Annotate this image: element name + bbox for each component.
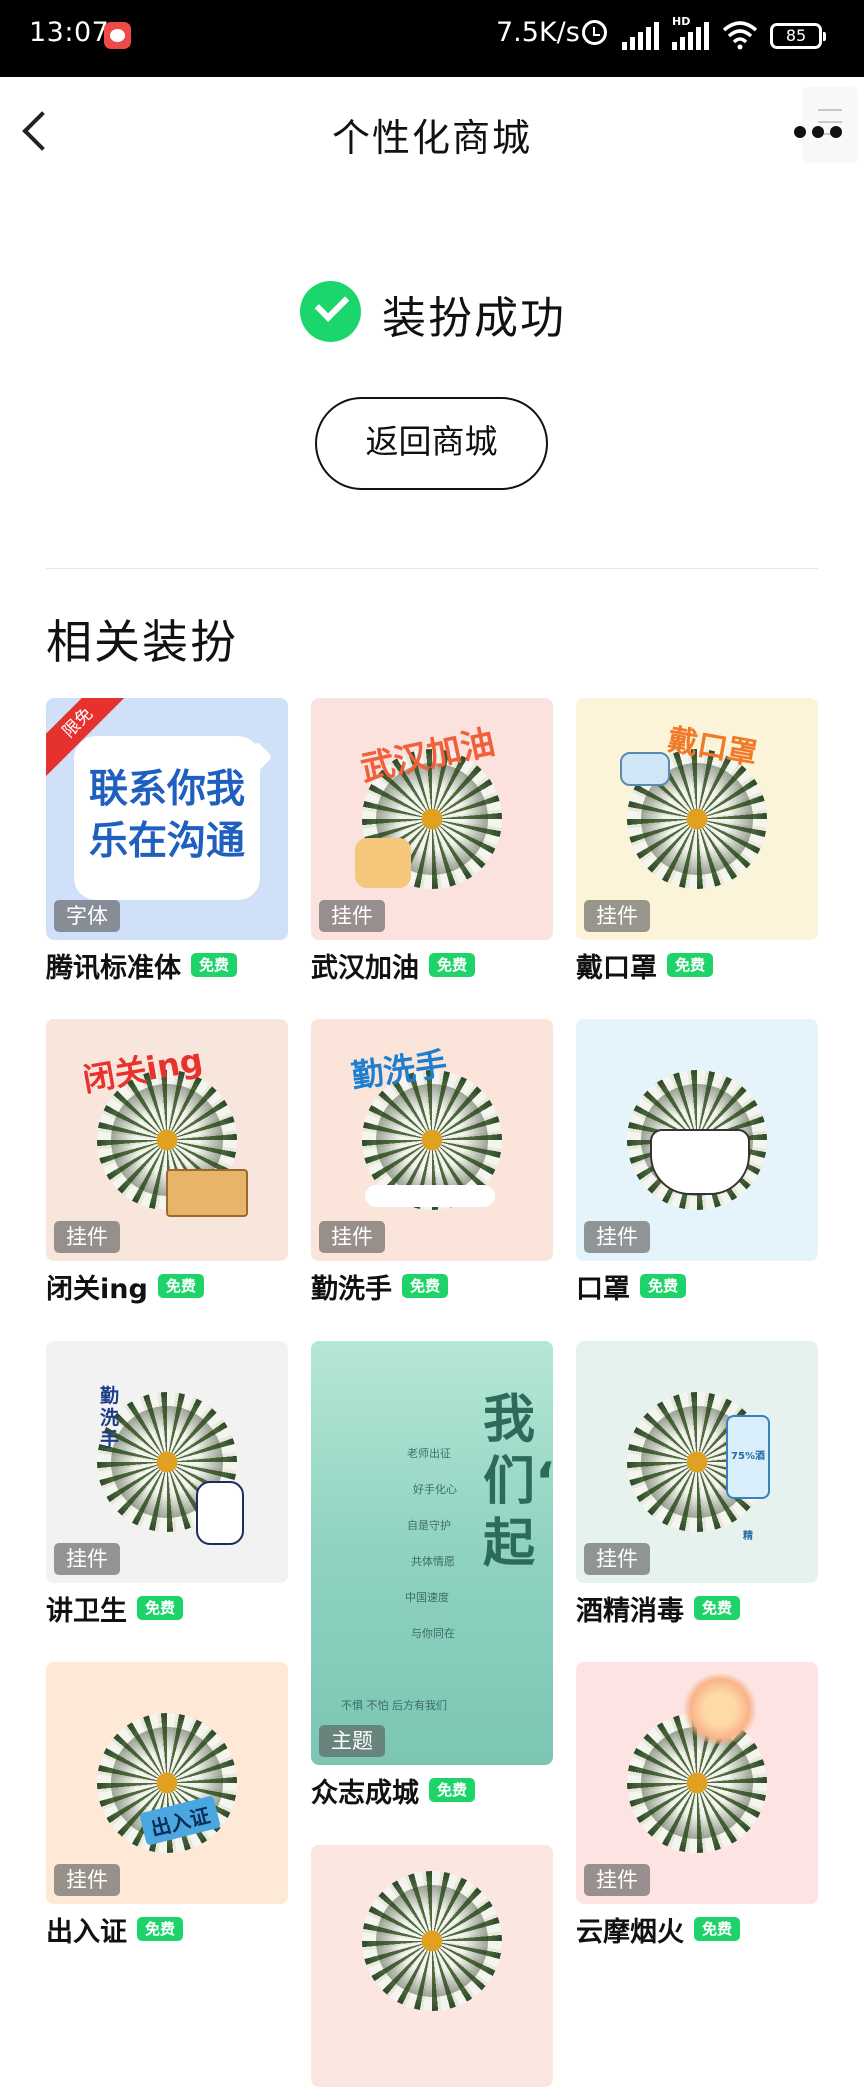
signal-icon	[622, 22, 662, 50]
box-sticker	[166, 1169, 248, 1217]
free-tag: 免费	[694, 1596, 741, 1620]
theme-headline: 我们“战”一起	[483, 1390, 553, 1574]
item-card-hygiene[interactable]: 勤洗手 挂件 讲卫生 免费	[46, 1341, 288, 1627]
firework-sticker	[680, 1674, 760, 1744]
app-notification-icon	[104, 22, 131, 49]
type-badge: 挂件	[54, 1543, 120, 1575]
item-name: 勤洗手	[311, 1273, 392, 1305]
theme-line: 共体情愿	[411, 1555, 455, 1568]
item-card-wash[interactable]: 勤洗手 挂件 勤洗手 免费	[311, 1019, 553, 1305]
item-card-mask[interactable]: 戴口罩 挂件 戴口罩 免费	[576, 698, 818, 984]
free-tag: 免费	[429, 1778, 476, 1802]
item-thumbnail: 出入证 挂件	[46, 1662, 288, 1904]
item-thumbnail: 我们“战”一起 老师出征 好手化心 自是守护 共体情愿 中国速度 与你同在 不惧…	[311, 1341, 553, 1765]
item-card-font[interactable]: 限免 联系你我乐在沟通 字体 腾讯标准体 免费	[46, 698, 288, 984]
item-thumbnail: 勤洗手 挂件	[46, 1341, 288, 1583]
item-card-kouzhao[interactable]: 挂件 口罩 免费	[576, 1019, 818, 1305]
item-name: 武汉加油	[311, 952, 419, 984]
flower-avatar	[362, 1871, 502, 2011]
free-tag: 免费	[402, 1274, 449, 1298]
item-thumbnail: 闭关ing 挂件	[46, 1019, 288, 1261]
item-card-pass[interactable]: 出入证 挂件 出入证 免费	[46, 1662, 288, 1948]
type-badge: 字体	[54, 900, 120, 932]
item-name: 云摩烟火	[576, 1916, 684, 1948]
section-title: 相关装扮	[46, 615, 238, 669]
item-thumbnail: 戴口罩 挂件	[576, 698, 818, 940]
type-badge: 挂件	[584, 1221, 650, 1253]
item-card-alcohol[interactable]: 75%酒精 挂件 酒精消毒 免费	[576, 1341, 818, 1627]
alarm-icon	[582, 20, 607, 45]
item-thumbnail: 挂件	[576, 1019, 818, 1261]
item-name: 闭关ing	[46, 1273, 148, 1305]
face-mask-sticker	[650, 1129, 750, 1195]
sticker-text: 75%酒精	[726, 1415, 770, 1542]
item-card-theme[interactable]: 我们“战”一起 老师出征 好手化心 自是守护 共体情愿 中国速度 与你同在 不惧…	[311, 1341, 553, 1809]
theme-line: 不惧 不怕 后方有我们	[341, 1699, 447, 1712]
free-tag: 免费	[191, 953, 238, 977]
success-text: 装扮成功	[382, 293, 566, 344]
success-message-row: 装扮成功	[0, 278, 864, 344]
free-tag: 免费	[157, 1274, 204, 1298]
item-name: 讲卫生	[46, 1595, 127, 1627]
item-name: 腾讯标准体	[46, 952, 181, 984]
more-dots-icon[interactable]	[794, 117, 848, 147]
item-thumbnail: 武汉加油 挂件	[311, 698, 553, 940]
item-thumbnail: 75%酒精 挂件	[576, 1341, 818, 1583]
item-thumbnail	[311, 1845, 553, 2087]
battery-icon: 85	[770, 23, 826, 49]
item-name: 酒精消毒	[576, 1595, 684, 1627]
foam-sticker	[365, 1185, 495, 1207]
item-card-fireworks[interactable]: 挂件 云摩烟火 免费	[576, 1662, 818, 1948]
type-badge: 挂件	[584, 1864, 650, 1896]
sticker-text: 勤洗手	[100, 1385, 120, 1451]
item-name: 戴口罩	[576, 952, 657, 984]
theme-line: 好手化心	[413, 1483, 457, 1496]
type-badge: 主题	[319, 1725, 385, 1757]
free-tag: 免费	[429, 953, 476, 977]
item-name: 众志成城	[311, 1777, 419, 1809]
doctor-sticker	[196, 1481, 244, 1545]
item-thumbnail: 限免 联系你我乐在沟通 字体	[46, 698, 288, 940]
sticker-figure	[355, 838, 411, 888]
item-thumbnail: 勤洗手 挂件	[311, 1019, 553, 1261]
status-time: 13:07	[29, 17, 110, 48]
type-badge: 挂件	[319, 1221, 385, 1253]
item-card-partial[interactable]	[311, 1845, 553, 2087]
theme-line: 自是守护	[407, 1519, 451, 1532]
type-badge: 挂件	[54, 1221, 120, 1253]
item-thumbnail: 挂件	[576, 1662, 818, 1904]
item-card-wuhan[interactable]: 武汉加油 挂件 武汉加油 免费	[311, 698, 553, 984]
item-name: 口罩	[576, 1273, 630, 1305]
item-name: 出入证	[46, 1916, 127, 1948]
nav-bar: 个性化商城	[0, 77, 864, 189]
network-speed: 7.5K/s	[496, 17, 580, 48]
type-badge: 挂件	[54, 1864, 120, 1896]
return-to-mall-button[interactable]: 返回商城	[315, 397, 548, 490]
theme-line: 中国速度	[405, 1591, 449, 1604]
type-badge: 挂件	[584, 900, 650, 932]
free-tag: 免费	[667, 953, 714, 977]
free-tag: 免费	[137, 1917, 184, 1941]
free-tag: 免费	[137, 1596, 184, 1620]
signal-icon-2	[672, 22, 712, 50]
mask-sticker	[620, 752, 670, 786]
type-badge: 挂件	[584, 1543, 650, 1575]
theme-line: 与你同在	[411, 1627, 455, 1640]
status-bar: 13:07 7.5K/s HD 85	[0, 0, 864, 77]
wifi-icon	[722, 21, 758, 50]
divider	[46, 568, 818, 569]
item-card-biguan[interactable]: 闭关ing 挂件 闭关ing 免费	[46, 1019, 288, 1305]
font-preview-text: 联系你我乐在沟通	[88, 767, 245, 864]
free-tag: 免费	[640, 1274, 687, 1298]
type-badge: 挂件	[319, 900, 385, 932]
theme-line: 老师出征	[407, 1447, 451, 1460]
check-circle-icon	[300, 281, 361, 342]
free-tag: 免费	[694, 1917, 741, 1941]
page-title: 个性化商城	[331, 116, 532, 160]
